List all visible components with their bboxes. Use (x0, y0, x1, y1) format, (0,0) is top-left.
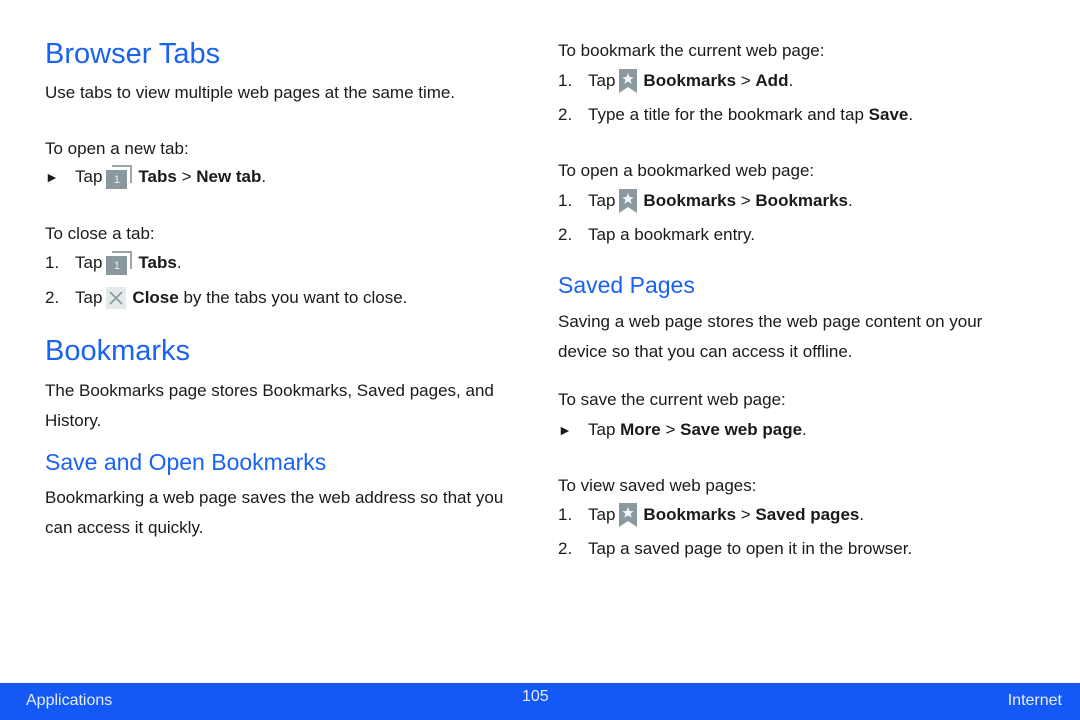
bookmarks-intro: The Bookmarks page stores Bookmarks, Sav… (45, 381, 494, 430)
separator: > (736, 191, 756, 210)
step-text: Tap (75, 253, 103, 272)
view-step-1: 1. Tap Bookmarks > Saved pages . (558, 500, 864, 530)
footer-section-left: Applications (26, 692, 113, 709)
save-current-label: To save the current web page: (558, 390, 786, 409)
step-number: 1. (45, 253, 60, 272)
bookmark-step-1: 1. Tap Bookmarks > Add . (558, 66, 793, 96)
ui-term: More (620, 420, 661, 439)
ui-term: Tabs (138, 253, 177, 272)
step-number: 2. (558, 225, 573, 244)
ui-term: Saved pages (755, 505, 860, 524)
ui-term: Bookmarks (643, 505, 737, 524)
browser-tabs-intro: Use tabs to view multiple web pages at t… (45, 83, 456, 102)
step-text: Tap (588, 191, 616, 210)
save-open-heading: Save and Open Bookmarks (45, 449, 327, 475)
step-number: 2. (558, 105, 573, 124)
ui-term: Save web page (680, 420, 803, 439)
bullet-arrow-icon: ► (558, 422, 572, 438)
separator: > (736, 71, 756, 90)
close-step-1: 1. Tap 1 Tabs . (45, 248, 182, 278)
close-step-2: 2. Tap Close by the tabs you want to clo… (45, 283, 407, 313)
view-step-2: 2. Tap a saved page to open it in the br… (558, 534, 912, 564)
step-number: 1. (558, 71, 573, 90)
separator: > (660, 420, 681, 439)
view-saved-label: To view saved web pages: (558, 476, 757, 495)
step-text: Tap a saved page to open it in the brows… (588, 539, 913, 558)
ui-term: Save (868, 105, 909, 124)
open-tab-step: ► Tap 1 Tabs > New tab . (45, 162, 266, 192)
bookmark-current-label: To bookmark the current web page: (558, 41, 825, 60)
ui-term: Add (755, 71, 789, 90)
punct: . (176, 253, 182, 272)
step-text: Tap (75, 288, 103, 307)
ui-term: Tabs (138, 167, 177, 186)
bullet-arrow-icon: ► (45, 169, 59, 185)
save-open-intro: Bookmarking a web page saves the web add… (45, 488, 504, 537)
ui-term: Bookmarks (755, 191, 849, 210)
open-step-1: 1. Tap Bookmarks > Bookmarks . (558, 186, 853, 216)
ui-term: Bookmarks (643, 191, 737, 210)
step-text: Tap (588, 420, 621, 439)
step-text: by the tabs you want to close. (178, 288, 408, 307)
saved-pages-intro: Saving a web page stores the web page co… (558, 312, 983, 361)
punct: . (859, 505, 865, 524)
bookmark-icon (619, 189, 638, 213)
browser-tabs-heading: Browser Tabs (45, 38, 221, 70)
close-icon (106, 287, 127, 309)
step-text: Tap (588, 71, 616, 90)
punct: . (788, 71, 794, 90)
bookmark-icon (619, 69, 638, 93)
separator: > (736, 505, 756, 524)
close-tab-label: To close a tab: (45, 224, 155, 243)
ui-term: Bookmarks (643, 71, 737, 90)
punct: . (848, 191, 853, 210)
bookmark-icon (619, 503, 638, 527)
step-number: 2. (558, 539, 573, 558)
step-number: 2. (45, 288, 60, 307)
step-text: Tap (588, 505, 616, 524)
ui-term: Close (132, 288, 179, 307)
punct: . (261, 167, 267, 186)
open-tab-label: To open a new tab: (45, 139, 189, 158)
step-text: Tap a bookmark entry. (588, 225, 755, 244)
saved-pages-heading: Saved Pages (558, 272, 695, 298)
step-text: Tap (75, 167, 103, 186)
step-number: 1. (558, 191, 573, 210)
separator: > (176, 167, 197, 186)
open-step-2: 2. Tap a bookmark entry. (558, 220, 755, 250)
open-bookmarked-label: To open a bookmarked web page: (558, 161, 815, 180)
page-footer: Applications 105 Internet (0, 683, 1080, 720)
punct: . (802, 420, 807, 439)
bookmarks-heading: Bookmarks (45, 335, 191, 367)
tabs-icon: 1 (106, 165, 133, 189)
page-number: 105 (522, 688, 549, 705)
save-step: ► Tap More > Save web page . (558, 415, 807, 445)
tabs-icon: 1 (106, 251, 133, 275)
bookmark-step-2: 2. Type a title for the bookmark and tap… (558, 100, 913, 130)
punct: . (908, 105, 914, 124)
step-number: 1. (558, 505, 573, 524)
ui-term: New tab (196, 167, 262, 186)
footer-section-right: Internet (1007, 692, 1062, 709)
step-text: Type a title for the bookmark and tap (588, 105, 869, 124)
